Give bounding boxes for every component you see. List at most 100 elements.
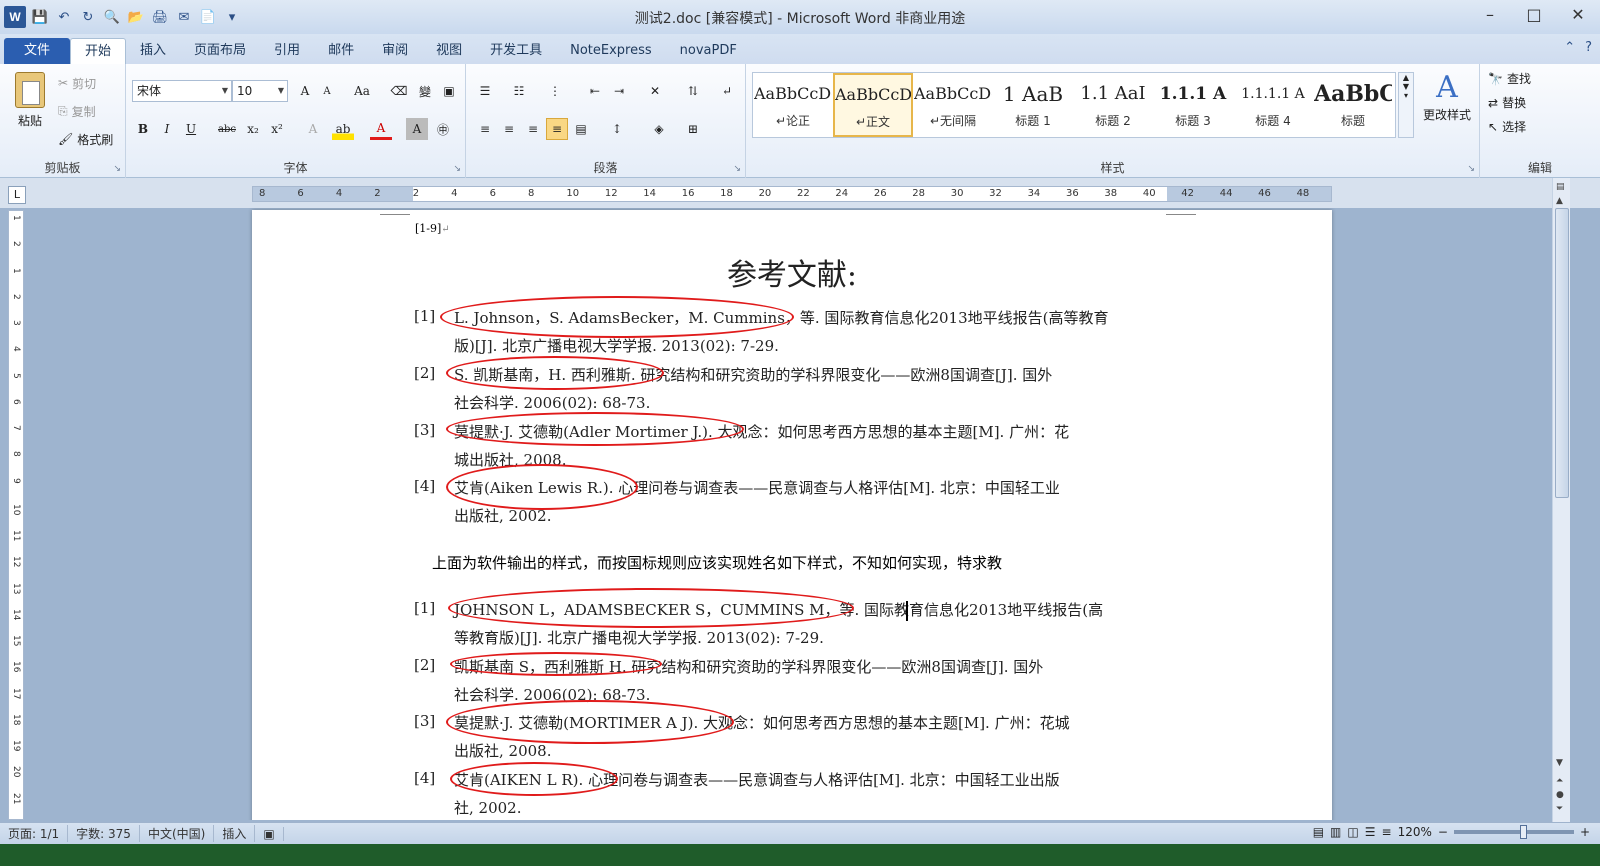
web-layout-view-icon[interactable]: ◫ xyxy=(1347,825,1358,839)
bold-button[interactable]: B xyxy=(132,118,154,140)
line-spacing-icon[interactable]: ↕ xyxy=(606,118,628,140)
macro-record-icon[interactable]: ▣ xyxy=(255,826,284,841)
draft-view-icon[interactable]: ≡ xyxy=(1382,825,1392,839)
change-case-button[interactable]: Aa xyxy=(348,80,376,102)
help-icon[interactable]: ? xyxy=(1585,40,1592,55)
font-name-combo[interactable]: 宋体 ▼ xyxy=(132,80,232,102)
status-language[interactable]: 中文(中国) xyxy=(140,825,215,842)
clear-format-icon[interactable]: ⌫ xyxy=(388,80,410,102)
style-card-heading-3[interactable]: 1.1.1 A 标题 3 xyxy=(1153,73,1233,137)
font-color-icon[interactable]: A xyxy=(370,118,392,140)
style-card-title[interactable]: AaBbC 标题 xyxy=(1313,73,1393,137)
paragraph-launcher-icon[interactable]: ↘ xyxy=(733,164,741,174)
multilevel-list-icon[interactable]: ⋮ xyxy=(544,80,566,102)
save-icon[interactable]: 💾 xyxy=(30,7,50,27)
tab-home[interactable]: 开始 xyxy=(70,38,127,64)
paste-button[interactable]: 粘贴 xyxy=(8,70,52,146)
word-logo-icon[interactable]: W xyxy=(4,6,26,28)
select-button[interactable]: ↖ 选择 xyxy=(1488,118,1526,135)
ref-b2-line1[interactable]: 凯斯基南 S，西利雅斯 H. 研究结构和研究资助的学科界限变化——欧洲8国调查[… xyxy=(454,656,1043,677)
status-page[interactable]: 页面: 1/1 xyxy=(0,825,69,842)
next-page-icon[interactable]: ⏷ xyxy=(1556,804,1563,814)
maximize-button[interactable]: □ xyxy=(1512,0,1556,28)
text-effects-icon[interactable]: A xyxy=(302,118,324,140)
zoom-knob[interactable] xyxy=(1519,825,1527,839)
chevron-down-icon[interactable]: ▼ xyxy=(278,81,284,101)
format-painter-button[interactable]: 🖌 格式刷 xyxy=(58,128,113,150)
increase-indent-icon[interactable]: ⇥ xyxy=(608,80,630,102)
char-border-icon[interactable]: ▣ xyxy=(438,80,460,102)
underline-button[interactable]: U xyxy=(180,118,202,140)
status-words[interactable]: 字数: 375 xyxy=(68,825,140,842)
tab-references[interactable]: 引用 xyxy=(260,38,314,64)
italic-button[interactable]: I xyxy=(156,118,178,140)
top-ref[interactable]: [1-9]↵ xyxy=(415,222,450,235)
undo-icon[interactable]: ↶ xyxy=(54,7,74,27)
zoom-level[interactable]: 120% xyxy=(1398,825,1432,839)
status-insert-mode[interactable]: 插入 xyxy=(214,825,256,842)
distributed-icon[interactable]: ▤ xyxy=(570,118,592,140)
gallery-scroll[interactable]: ▲ ▼ ▾ xyxy=(1398,72,1414,138)
borders-icon[interactable]: ⊞ xyxy=(682,118,704,140)
open-icon[interactable]: 📂 xyxy=(126,7,146,27)
style-card-heading-4[interactable]: 1.1.1.1 A 标题 4 xyxy=(1233,73,1313,137)
tab-insert[interactable]: 插入 xyxy=(126,38,180,64)
middle-note[interactable]: 上面为软件输出的样式，而按国标规则应该实现姓名如下样式，不知如何实现，特求教 xyxy=(432,552,1002,573)
document-page[interactable]: [1-9]↵ 参考文献: [1] L. Johnson，S. AdamsBeck… xyxy=(252,210,1332,820)
ref-a2-line2[interactable]: 社会科学. 2006(02): 68-73. xyxy=(454,392,650,413)
ref-a1-line1[interactable]: L. Johnson，S. AdamsBecker，M. Cummins，等. … xyxy=(454,307,1108,328)
cut-button[interactable]: ✂ 剪切 xyxy=(58,72,96,94)
copy-button[interactable]: ⎘ 复制 xyxy=(58,100,96,122)
justify-icon[interactable]: ≡ xyxy=(546,118,568,140)
minimize-ribbon-icon[interactable]: ⌃ xyxy=(1564,40,1575,55)
subscript-button[interactable]: x₂ xyxy=(242,118,264,140)
decrease-indent-icon[interactable]: ⇤ xyxy=(584,80,606,102)
clipboard-launcher-icon[interactable]: ↘ xyxy=(113,164,121,174)
font-size-combo[interactable]: 10 ▼ xyxy=(232,80,288,102)
phonetic-icon[interactable]: 變 xyxy=(414,80,436,102)
prev-page-icon[interactable]: ⏶ xyxy=(1556,776,1563,786)
tab-mailings[interactable]: 邮件 xyxy=(314,38,368,64)
numbering-icon[interactable]: ☷ xyxy=(508,80,530,102)
show-marks-icon[interactable]: ↵ xyxy=(716,80,738,102)
ref-a3-line1[interactable]: 莫提默·J. 艾德勒(Adler Mortimer J.). 大观念：如何思考西… xyxy=(454,421,1069,442)
bullets-icon[interactable]: ☰ xyxy=(474,80,496,102)
shrink-font-button[interactable]: A xyxy=(316,80,338,102)
tab-selector[interactable]: L xyxy=(8,186,26,204)
ref-b3-line1[interactable]: 莫提默·J. 艾德勒(MORTIMER A J). 大观念：如何思考西方思想的基… xyxy=(454,712,1070,733)
style-card-lunzheng[interactable]: AaBbCcDc ↵论正 xyxy=(753,73,833,137)
ruler-toggle-icon[interactable]: ▤ xyxy=(1556,182,1565,192)
align-center-icon[interactable]: ≡ xyxy=(498,118,520,140)
email-icon[interactable]: ✉ xyxy=(174,7,194,27)
vertical-ruler[interactable]: 1 2 1 2 3 4 5 6 7 8 9 10 11 12 13 14 15 16 17 18 19 20 21 xyxy=(8,210,24,820)
find-button[interactable]: 🔭 查找 xyxy=(1488,70,1531,87)
style-card-heading-2[interactable]: 1.1 AaI 标题 2 xyxy=(1073,73,1153,137)
scroll-down-icon[interactable]: ▼ xyxy=(1556,758,1563,768)
ref-a3-line2[interactable]: 城出版社, 2008. xyxy=(454,449,566,470)
strikethrough-button[interactable]: abc xyxy=(216,118,238,140)
ref-a4-line2[interactable]: 出版社, 2002. xyxy=(454,505,551,526)
replace-button[interactable]: ⇄ 替换 xyxy=(1488,94,1526,111)
align-left-icon[interactable]: ≡ xyxy=(474,118,496,140)
zoom-out-button[interactable]: − xyxy=(1438,825,1448,839)
customize-icon[interactable]: ▾ xyxy=(222,7,242,27)
shading-icon[interactable]: ◈ xyxy=(648,118,670,140)
vertical-scrollbar[interactable]: ▤ ▲ ▼ ⏶ ● ⏷ xyxy=(1552,178,1570,822)
scroll-up-icon[interactable]: ▲ xyxy=(1556,196,1563,206)
style-card-normal[interactable]: AaBbCcDc ↵正文 xyxy=(833,73,913,137)
print-layout-view-icon[interactable]: ▤ xyxy=(1313,825,1324,839)
print-icon[interactable]: 🖨 xyxy=(150,7,170,27)
ref-b3-line2[interactable]: 出版社, 2008. xyxy=(454,740,551,761)
ref-a2-line1[interactable]: S. 凯斯基南，H. 西利雅斯. 研究结构和研究资助的学科界限变化——欧洲8国调… xyxy=(454,364,1052,385)
zoom-slider[interactable] xyxy=(1453,825,1574,839)
redo-icon[interactable]: ↻ xyxy=(78,7,98,27)
minimize-button[interactable]: – xyxy=(1468,0,1512,28)
style-card-heading-1[interactable]: 1 AaB 标题 1 xyxy=(993,73,1073,137)
font-launcher-icon[interactable]: ↘ xyxy=(453,164,461,174)
grow-font-button[interactable]: A xyxy=(294,80,316,102)
tab-view[interactable]: 视图 xyxy=(422,38,476,64)
align-right-icon[interactable]: ≡ xyxy=(522,118,544,140)
scroll-thumb[interactable] xyxy=(1555,208,1569,498)
new-icon[interactable]: 📄 xyxy=(198,7,218,27)
print-preview-icon[interactable]: 🔍 xyxy=(102,7,122,27)
